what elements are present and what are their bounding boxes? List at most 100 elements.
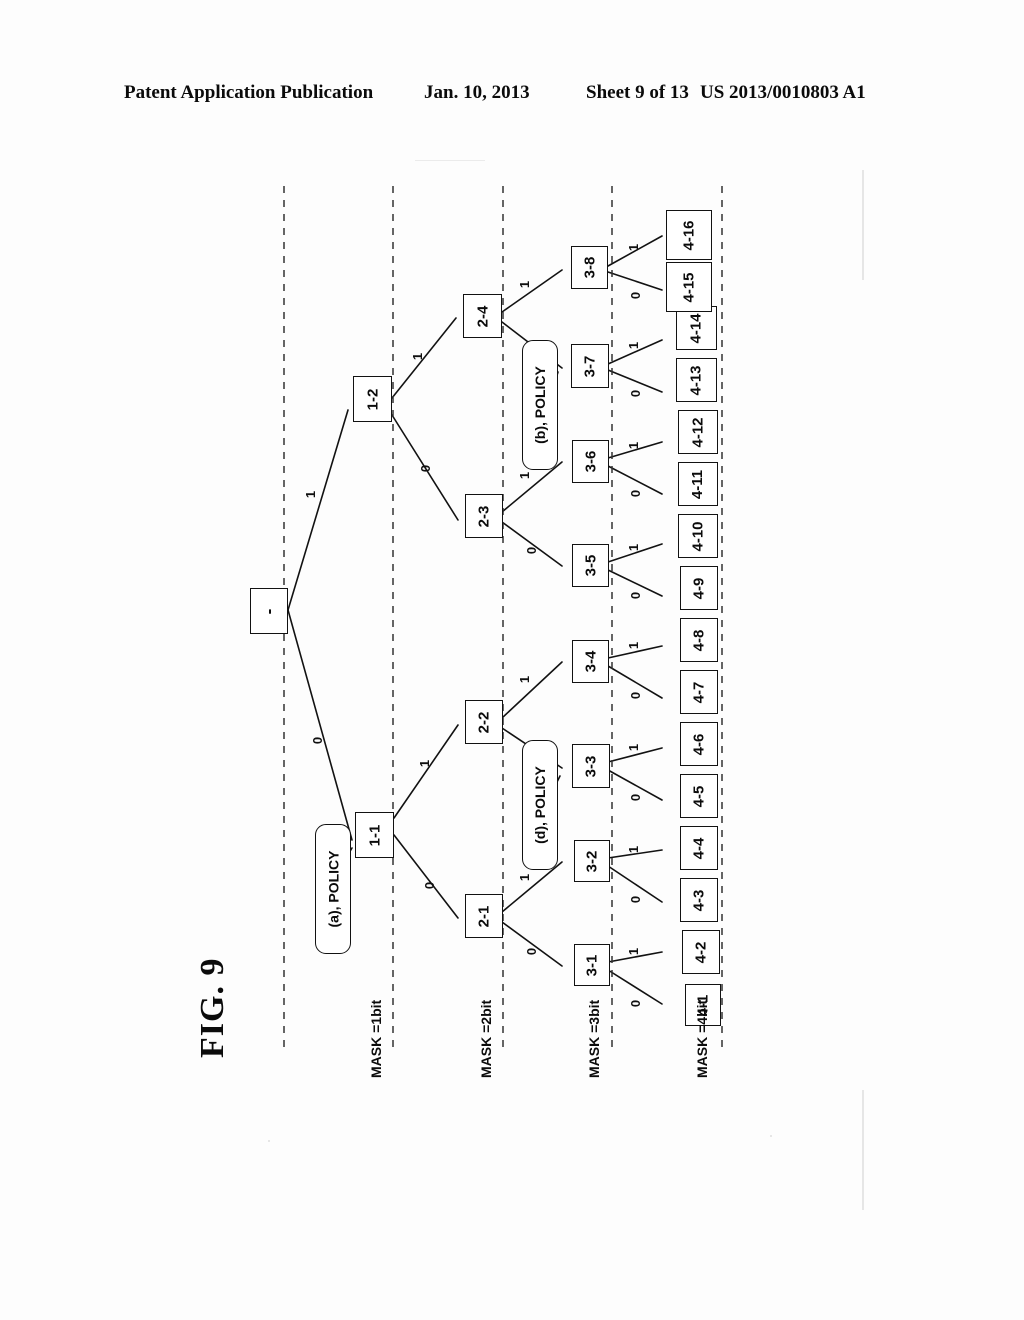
tree-node-2-1[interactable]: 2-1 [465, 894, 503, 938]
edge-label-2-3-0: 0 [524, 546, 540, 555]
tree-node-4-8[interactable]: 4-8 [680, 618, 718, 662]
edge-label-1-1-0: 0 [422, 881, 438, 890]
edge-label-3-5-1: 1 [626, 543, 642, 552]
edge-label-2-3-1: 1 [517, 471, 533, 480]
tree-node-3-7[interactable]: 3-7 [571, 344, 609, 388]
tree-node-2-4-label: 2-4 [474, 305, 491, 327]
tree-node-1-2-label: 1-2 [364, 388, 381, 410]
scan-artifact [770, 1135, 772, 1137]
scan-artifact [415, 160, 485, 161]
tree-node-4-12-label: 4-12 [689, 416, 707, 448]
edge-label-3-5-0: 0 [628, 591, 644, 600]
tree-node-3-8[interactable]: 3-8 [571, 246, 608, 289]
policy-callout-b[interactable]: (b), POLICY [522, 340, 558, 470]
tree-node-3-2[interactable]: 3-2 [574, 840, 610, 882]
edge-root-1-2 [287, 409, 349, 611]
edge-label-root-1: 1 [303, 490, 319, 499]
tree-node-4-14[interactable]: 4-14 [676, 306, 717, 350]
tree-node-4-6-label: 4-6 [690, 733, 708, 755]
tree-node-2-3-label: 2-3 [475, 505, 493, 527]
tree-node-4-6[interactable]: 4-6 [680, 722, 718, 766]
tree-node-1-2[interactable]: 1-2 [353, 376, 392, 422]
tree-node-4-10-label: 4-10 [689, 520, 707, 552]
scan-artifact [862, 1090, 864, 1210]
tree-node-4-3-label: 4-3 [690, 889, 708, 911]
edge-label-3-8-1: 1 [626, 243, 642, 252]
tree-node-3-5[interactable]: 3-5 [572, 544, 609, 587]
tree-node-3-1[interactable]: 3-1 [574, 944, 610, 986]
edge-label-3-4-1: 1 [626, 641, 642, 650]
tree-node-4-16-label: 4-16 [680, 219, 698, 251]
tree-node-4-15-label: 4-15 [680, 271, 698, 303]
edge-label-3-6-0: 0 [628, 489, 644, 498]
edge-label-2-4-1: 1 [517, 280, 533, 289]
edge-label-2-2-1: 1 [517, 675, 533, 684]
mask-label-1bit: MASK =1bit [368, 999, 384, 1078]
edge-label-3-3-0: 0 [628, 793, 644, 802]
tree-node-root[interactable]: - [250, 588, 288, 634]
edge-2-2-3-4 [501, 661, 563, 719]
tree-node-2-4[interactable]: 2-4 [463, 294, 502, 338]
tree-node-4-10[interactable]: 4-10 [678, 514, 718, 558]
edge-label-2-1-0: 0 [524, 947, 540, 956]
edge-label-root-0: 0 [310, 736, 326, 745]
mask-label-3bit: MASK =3bit [586, 999, 602, 1078]
tree-node-1-1[interactable]: 1-1 [355, 812, 394, 858]
tree-node-root-label: - [259, 608, 279, 614]
tree-node-4-3[interactable]: 4-3 [680, 878, 718, 922]
tree-node-3-3[interactable]: 3-3 [572, 744, 610, 788]
tree-node-3-3-label: 3-3 [582, 755, 600, 777]
tree-edges-layer [283, 186, 723, 1052]
policy-callout-a[interactable]: (a), POLICY [315, 824, 351, 954]
edge-label-3-3-1: 1 [626, 743, 642, 752]
tree-node-3-6[interactable]: 3-6 [572, 440, 609, 483]
edge-1-1-2-1 [393, 834, 459, 919]
edge-label-3-4-0: 0 [628, 691, 644, 700]
policy-callout-d[interactable]: (d), POLICY [522, 740, 558, 870]
edge-label-1-2-0: 0 [418, 464, 434, 473]
edge-label-3-1-1: 1 [626, 947, 642, 956]
mask-label-2bit: MASK =2bit [478, 999, 494, 1078]
tree-node-4-16[interactable]: 4-16 [666, 210, 712, 260]
tree-node-2-3[interactable]: 2-3 [465, 494, 503, 538]
tree-node-4-7-label: 4-7 [690, 681, 708, 703]
tree-node-3-4-label: 3-4 [582, 650, 599, 673]
mask-label-4bit: MASK =4bit [694, 999, 710, 1078]
tree-node-2-2[interactable]: 2-2 [465, 700, 503, 744]
patent-page: Patent Application Publication Jan. 10, … [0, 0, 1024, 1320]
policy-callout-a-label: (a), POLICY [325, 850, 342, 928]
tree-node-4-4[interactable]: 4-4 [680, 826, 718, 870]
edge-label-3-2-1: 1 [626, 845, 642, 854]
tree-node-4-13-label: 4-13 [688, 364, 705, 396]
tree-node-4-2-label: 4-2 [692, 941, 710, 963]
tree-node-4-13[interactable]: 4-13 [676, 358, 717, 402]
edge-label-3-7-1: 1 [626, 341, 642, 350]
tree-node-4-9-label: 4-9 [690, 577, 708, 599]
tree-node-4-5[interactable]: 4-5 [680, 774, 718, 818]
tree-node-3-8-label: 3-8 [581, 256, 598, 279]
policy-callout-d-label: (d), POLICY [532, 766, 548, 844]
edge-label-3-1-0: 0 [628, 999, 644, 1008]
edge-label-3-6-1: 1 [626, 441, 642, 450]
tree-node-4-9[interactable]: 4-9 [680, 566, 718, 610]
edge-2-4-3-8 [501, 269, 563, 313]
tree-node-3-4[interactable]: 3-4 [572, 640, 609, 683]
tree-node-4-7[interactable]: 4-7 [680, 670, 718, 714]
tree-node-4-5-label: 4-5 [690, 785, 708, 807]
tree-node-2-2-label: 2-2 [475, 711, 493, 733]
tree-node-3-5-label: 3-5 [582, 554, 599, 577]
tree-node-4-14-label: 4-14 [688, 312, 705, 344]
tree-node-3-1-label: 3-1 [583, 954, 601, 976]
edge-label-1-1-1: 1 [417, 759, 433, 768]
tree-node-4-11[interactable]: 4-11 [678, 462, 718, 506]
tree-node-3-6-label: 3-6 [582, 450, 599, 473]
edge-root-1-1 [287, 609, 353, 841]
tree-node-4-2[interactable]: 4-2 [682, 930, 720, 974]
tree-node-4-11-label: 4-11 [689, 469, 707, 499]
tree-node-1-1-label: 1-1 [366, 824, 383, 846]
tree-node-4-15[interactable]: 4-15 [666, 262, 712, 312]
tree-node-4-12[interactable]: 4-12 [678, 410, 718, 454]
policy-callout-b-label: (b), POLICY [532, 366, 548, 444]
tree-node-4-8-label: 4-8 [690, 629, 708, 651]
figure-drawing: - 1-1 1-2 2-1 2-2 2-3 2-4 3-1 3-2 3-3 3-… [0, 0, 1024, 1320]
